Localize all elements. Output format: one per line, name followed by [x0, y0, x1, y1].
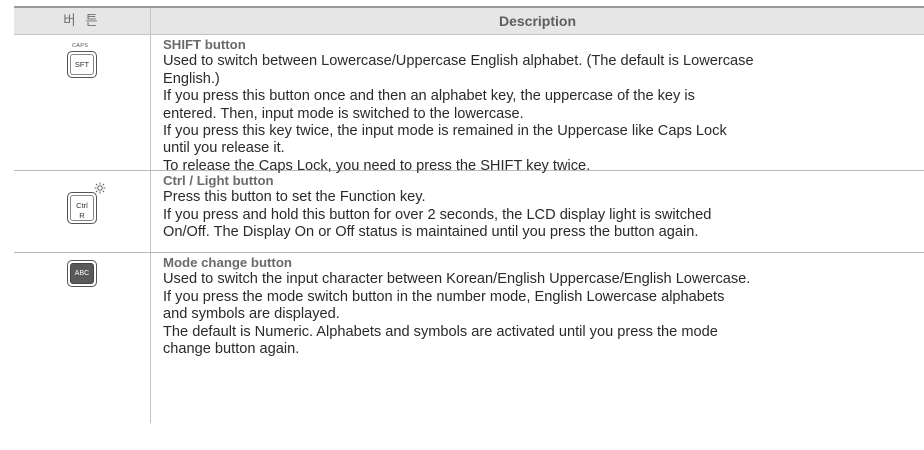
desc-line: Used to switch between Lowercase/Upperca…: [163, 53, 754, 70]
shift-key-icon: SFT: [67, 51, 97, 78]
desc-line: entered. Then, input mode is switched to…: [163, 105, 524, 122]
desc-line: until you release it.: [163, 140, 285, 157]
shift-key-label: SFT: [70, 54, 94, 75]
desc-line: Press this button to set the Function ke…: [163, 189, 426, 206]
desc-line: The default is Numeric. Alphabets and sy…: [163, 323, 718, 340]
abc-key-label: ABC: [70, 263, 94, 284]
shift-title: SHIFT button: [163, 37, 246, 52]
desc-line: English.): [163, 70, 220, 87]
desc-line: If you press the mode switch button in t…: [163, 288, 725, 305]
light-icon: [94, 182, 106, 194]
table-row-ctrl-light: Ctrl R Ctrl / Light button Press this bu…: [14, 171, 924, 253]
abc-key-icon: ABC: [67, 260, 97, 287]
mode-change-title: Mode change button: [163, 255, 292, 270]
desc-line: If you press and hold this button for ov…: [163, 206, 712, 223]
description-column-header: Description: [498, 13, 576, 29]
desc-line: If you press this key twice, the input m…: [163, 123, 727, 140]
ctrl-light-title: Ctrl / Light button: [163, 173, 274, 188]
table-row-mode-change: ABC Mode change button Used to switch th…: [14, 253, 924, 423]
button-column-header: 버 튼: [63, 13, 101, 28]
desc-line: On/Off. The Display On or Off status is …: [163, 224, 699, 241]
ctrl-key-label: Ctrl: [76, 201, 88, 210]
desc-line: If you press this button once and then a…: [163, 88, 695, 105]
shift-description: SHIFT button Used to switch between Lowe…: [163, 36, 924, 175]
desc-line: Used to switch the input character betwe…: [163, 271, 751, 288]
ctrl-key-icon: Ctrl R: [67, 192, 97, 224]
table-row-shift: CAPS SFT SHIFT button Used to switch bet…: [14, 35, 924, 174]
ctrl-light-description: Ctrl / Light button Press this button to…: [163, 172, 924, 242]
desc-line: and symbols are displayed.: [163, 306, 340, 323]
ctrl-key-sublabel: R: [79, 211, 85, 220]
desc-line: change button again.: [163, 341, 300, 358]
mode-change-description: Mode change button Used to switch the in…: [163, 254, 924, 358]
caps-label: CAPS: [72, 43, 89, 49]
